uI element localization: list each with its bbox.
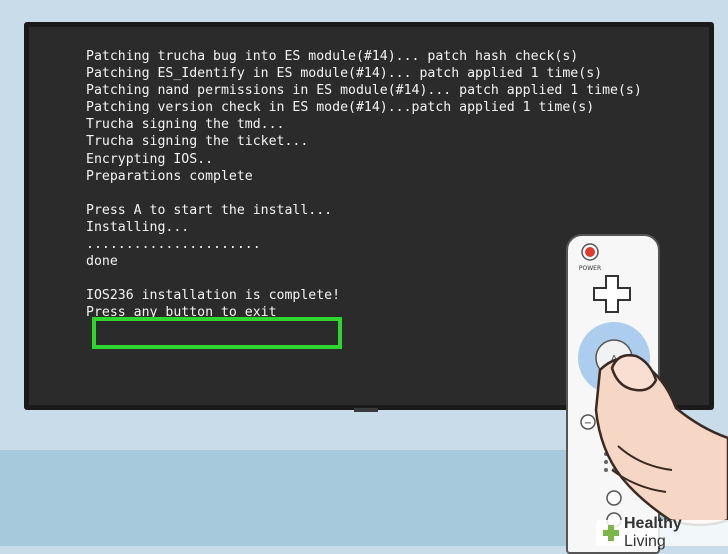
plus-logo-icon: [603, 525, 619, 541]
wii-remote: POWER A − HOME: [566, 234, 660, 554]
console-line: Trucha signing the tmd...: [86, 117, 285, 133]
console-line: Patching ES_Identify in ES module(#14)..…: [86, 66, 603, 82]
console-line: Patching nand permissions in ES module(#…: [86, 83, 642, 99]
console-line: done: [86, 254, 118, 270]
console-line: Installing...: [86, 219, 190, 235]
console-line: Patching trucha bug into ES module(#14).…: [86, 49, 579, 64]
speaker-grille-icon: [604, 452, 624, 472]
console-line: Trucha signing the ticket...: [86, 134, 309, 150]
a-button-label: A: [611, 354, 618, 365]
exit-prompt-highlight: [92, 317, 342, 349]
minus-label: −: [584, 418, 592, 429]
console-line: Patching version check in ES mode(#14)..…: [86, 100, 595, 116]
home-label: HOME: [605, 433, 623, 440]
brand-name-bold: Healthy: [624, 515, 682, 532]
tv-stand: [354, 408, 378, 412]
console-output: Patching trucha bug into ES module(#14).…: [86, 48, 642, 322]
console-line: IOS236 installation is complete!: [86, 288, 341, 304]
brand-watermark: Healthy Living: [596, 515, 728, 550]
power-label: POWER: [579, 265, 601, 272]
console-line: ......................: [86, 237, 261, 253]
wii-remote-graphic: POWER A − HOME: [578, 243, 650, 528]
console-line: Press A to start the install...: [86, 202, 333, 218]
power-icon: [585, 247, 595, 257]
dpad-icon[interactable]: [593, 275, 631, 313]
one-button[interactable]: [606, 490, 622, 506]
brand-name-rest: Living: [624, 533, 666, 550]
console-line: Encrypting IOS..: [86, 151, 214, 167]
console-line: Preparations complete: [86, 168, 253, 184]
